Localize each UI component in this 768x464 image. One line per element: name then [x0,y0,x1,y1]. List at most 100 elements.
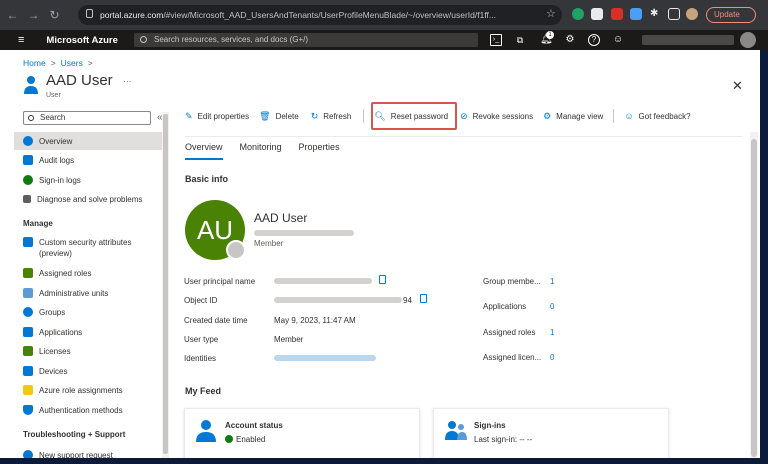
extension-red-icon[interactable] [611,8,623,20]
menu-scrollbar[interactable] [162,112,169,464]
prop-value-group-memberships[interactable]: 1 [550,277,554,286]
content-scrollbar[interactable] [750,132,758,464]
menu-item-label: Devices [39,366,68,376]
menu-item-custom-security-attributes[interactable]: Custom security attributes (preview) [23,234,163,262]
block-icon: ⊘ [460,110,468,121]
forward-icon[interactable]: → [27,8,40,22]
user-display-name: AAD User [254,211,308,225]
prop-value-applications[interactable]: 0 [550,302,554,311]
menu-item-applications[interactable]: Applications [23,323,163,341]
tab-properties[interactable]: Properties [299,142,340,160]
menu-item-diagnose[interactable]: Diagnose and solve problems [23,190,163,208]
identities-link-redacted[interactable] [274,355,376,361]
prop-value-assigned-licenses[interactable]: 0 [550,353,554,362]
prop-label-upn: User principal name [184,277,256,286]
prop-label-created: Created date time [184,316,248,325]
admin-units-icon [23,288,33,298]
back-icon[interactable]: ← [6,8,19,22]
prop-label-object-id: Object ID [184,296,218,305]
menu-search-icon [28,115,34,121]
edit-properties-button[interactable]: ✎ Edit properties [185,111,249,122]
menu-item-audit-logs[interactable]: Audit logs [23,151,163,169]
update-button[interactable]: Update [706,7,756,23]
person-icon [23,136,33,146]
cloud-shell-icon[interactable]: ›_ [490,34,502,46]
copy-icon[interactable] [379,275,386,284]
settings-icon[interactable]: ⚙ [564,34,576,46]
feedback-person-icon[interactable]: ☺ [612,34,624,46]
sidepanel-icon[interactable] [668,8,680,20]
prop-label-assigned-roles: Assigned roles [483,328,536,337]
menu-scrollbar-thumb[interactable] [163,114,168,454]
delete-button[interactable]: 🗑︎ Delete [259,111,299,122]
content-scrollbar-thumb[interactable] [751,139,757,457]
directory-icon[interactable]: ⧉ [514,34,526,46]
sign-ins-value: Last sign-in: -- -- [474,435,533,444]
manage-view-button[interactable]: ⚙ Manage view [543,111,603,122]
account-info-redacted[interactable] [642,35,734,45]
menu-item-authentication-methods[interactable]: Authentication methods [23,401,163,419]
puzzle-icon[interactable]: ✱ [650,8,662,20]
hamburger-icon[interactable]: ≡ [18,34,24,46]
account-status-card[interactable]: Account status Enabled [184,408,420,464]
licenses-icon [23,346,33,356]
menu-item-licenses[interactable]: Licenses [23,342,163,360]
tab-overview[interactable]: Overview [185,142,223,160]
applications-icon [23,327,33,337]
menu-item-label: Groups [39,307,66,317]
azure-search-input[interactable]: Search resources, services, and docs (G+… [134,33,478,47]
menu-item-sign-in-logs[interactable]: Sign-in logs [23,171,163,189]
sign-ins-card[interactable]: Sign-ins Last sign-in: -- -- [433,408,669,464]
bookmark-icon[interactable]: ☆ [546,8,558,20]
breadcrumb-separator: > [50,58,56,68]
prop-label-assigned-licenses: Assigned licen... [483,353,542,362]
roles-icon [23,268,33,278]
object-id-redacted [274,297,402,303]
menu-item-label: Administrative units [39,288,109,298]
breadcrumb-users[interactable]: Users [61,58,83,68]
menu-item-assigned-roles[interactable]: Assigned roles [23,264,163,282]
profile-avatar-icon[interactable] [686,8,698,20]
refresh-button[interactable]: ↻ Refresh [311,111,352,122]
prop-value-assigned-roles[interactable]: 1 [550,328,554,337]
toolbar-divider [613,109,615,123]
more-options-icon[interactable]: ··· [123,76,132,86]
camera-icon[interactable] [226,240,246,260]
menu-search-input[interactable]: Search [23,111,151,125]
menu-item-administrative-units[interactable]: Administrative units [23,284,163,302]
copy-icon[interactable] [420,294,427,303]
account-avatar[interactable] [740,32,756,48]
upn-value-redacted [274,278,372,284]
prop-label-user-type: User type [184,335,219,344]
account-status-value: Enabled [236,435,266,444]
edit-properties-label: Edit properties [197,111,250,121]
extension-blue-icon[interactable] [630,8,642,20]
object-id-suffix: 94 [403,296,412,305]
menu-item-label: Audit logs [39,155,75,165]
menu-item-label: Applications [39,327,83,337]
breadcrumb-home[interactable]: Home [23,58,46,68]
help-icon[interactable]: ? [588,34,600,46]
reload-icon[interactable]: ↻ [48,8,61,22]
feedback-button[interactable]: ☺ Got feedback? [624,111,690,121]
notification-badge: 1 [546,31,554,39]
basic-info-heading: Basic info [185,174,229,184]
prop-label-group-memberships: Group membe... [483,277,541,286]
menu-item-overview[interactable]: Overview [14,132,162,150]
menu-item-label: Overview [39,136,73,146]
azure-title[interactable]: Microsoft Azure [46,35,117,46]
menu-item-azure-role-assignments[interactable]: Azure role assignments [23,381,163,399]
delete-label: Delete [275,111,299,121]
pencil-icon: ✎ [185,110,193,121]
menu-item-devices[interactable]: Devices [23,362,163,380]
address-bar[interactable]: portal.azure.com/#view/Microsoft_AAD_Use… [78,5,562,25]
menu-item-groups[interactable]: Groups [23,303,163,321]
tab-monitoring[interactable]: Monitoring [240,142,282,160]
extension-green-icon[interactable] [572,8,584,20]
close-icon[interactable]: ✕ [732,78,743,94]
azure-header: ≡ Microsoft Azure Search resources, serv… [0,30,768,50]
extension-shield-icon[interactable] [591,8,603,20]
revoke-sessions-button[interactable]: ⊘ Revoke sessions [460,111,533,122]
trash-icon: 🗑︎ [259,110,271,121]
support-heading: Troubleshooting + Support [23,430,126,439]
